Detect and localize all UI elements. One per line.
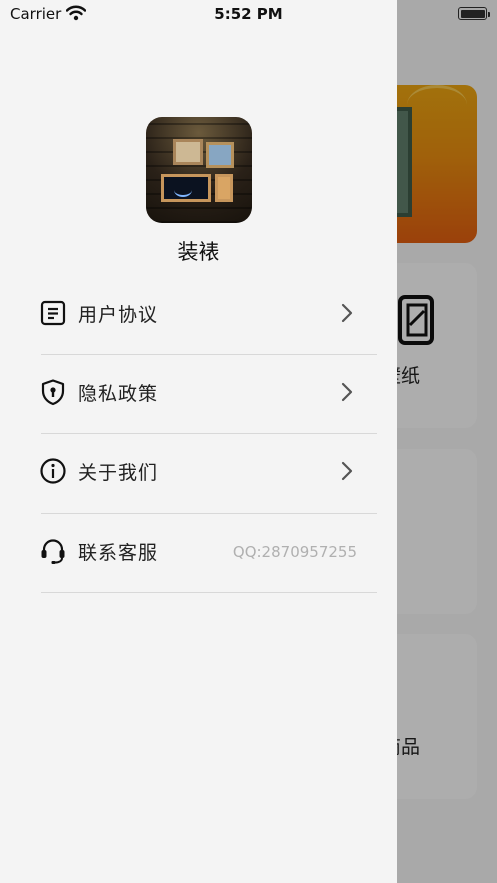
menu-label: 联系客服 [78,542,159,564]
status-bar: Carrier 5:52 PM [0,0,497,30]
headset-icon [41,539,65,564]
clock: 5:52 PM [214,5,283,23]
support-qq-number[interactable]: QQ:2870957255 [233,543,357,561]
menu-label: 用户协议 [78,304,159,326]
document-icon [40,300,66,326]
info-icon [40,458,66,484]
chevron-right-icon [341,303,353,323]
app-name: 装裱 [177,240,220,264]
chevron-right-icon [341,461,353,481]
menu-label: 关于我们 [78,462,159,484]
menu-item-privacy-policy[interactable]: 隐私政策 [0,355,397,435]
menu-item-contact-support[interactable]: 联系客服 QQ:2870957255 [0,514,397,594]
app-logo [146,117,252,223]
logo-frame-3 [161,174,211,202]
battery-icon [458,7,490,20]
divider [41,592,377,593]
chevron-right-icon [341,382,353,402]
logo-frame-2 [206,142,234,168]
logo-frame-4 [215,174,233,202]
menu-item-about-us[interactable]: 关于我们 [0,434,397,514]
menu-item-user-agreement[interactable]: 用户协议 [0,276,397,356]
logo-frame-1 [173,139,203,165]
side-drawer: 装裱 用户协议 隐私政策 关于我们 联系客服 QQ:2870957255 [0,0,397,883]
shield-icon [41,379,65,406]
menu-label: 隐私政策 [78,383,159,405]
